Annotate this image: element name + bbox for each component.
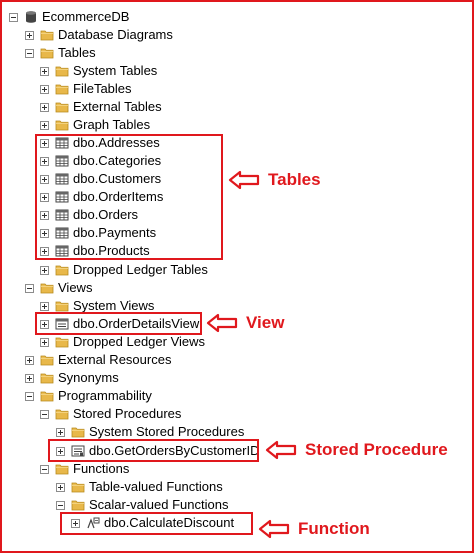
- tables-callout: Tables: [228, 170, 321, 190]
- collapse-toggle-icon[interactable]: [9, 12, 18, 22]
- folder-icon: [40, 281, 54, 295]
- tree-node-synonyms[interactable]: Synonyms: [25, 369, 119, 387]
- tree-node-tables[interactable]: Tables: [25, 44, 96, 62]
- tables-highlight-box: [35, 134, 223, 260]
- expand-toggle-icon[interactable]: [40, 66, 49, 76]
- node-label: Stored Procedures: [73, 406, 182, 421]
- stored-procedure-highlight-box: [48, 439, 259, 462]
- expand-toggle-icon[interactable]: [56, 482, 65, 492]
- tree-node-programmability[interactable]: Programmability: [25, 387, 152, 405]
- tables-callout-label: Tables: [268, 170, 321, 189]
- collapse-toggle-icon[interactable]: [56, 500, 65, 510]
- tree-node-stored-procedures[interactable]: Stored Procedures: [40, 405, 181, 423]
- tree-node-database-diagrams[interactable]: Database Diagrams: [25, 26, 173, 44]
- arrow-left-icon: [265, 440, 297, 460]
- collapse-toggle-icon[interactable]: [25, 48, 34, 58]
- tree-node-graph-tables[interactable]: Graph Tables: [40, 116, 150, 134]
- function-callout-label: Function: [298, 519, 370, 538]
- tree-node-external-resources[interactable]: External Resources: [25, 351, 171, 369]
- stored-procedure-callout: Stored Procedure: [265, 440, 448, 460]
- folder-icon: [40, 353, 54, 367]
- arrow-left-icon: [228, 170, 260, 190]
- database-icon: [24, 10, 38, 24]
- tree-node-functions[interactable]: Functions: [40, 460, 129, 478]
- node-label: Views: [58, 280, 93, 295]
- expand-toggle-icon[interactable]: [25, 30, 34, 40]
- expand-toggle-icon[interactable]: [25, 373, 34, 383]
- tree-node-views[interactable]: Views: [25, 279, 92, 297]
- folder-icon: [55, 64, 69, 78]
- folder-icon: [40, 28, 54, 42]
- folder-icon: [40, 46, 54, 60]
- folder-icon: [55, 100, 69, 114]
- stored-procedure-callout-label: Stored Procedure: [305, 440, 448, 459]
- collapse-toggle-icon[interactable]: [40, 409, 49, 419]
- node-label: System Tables: [73, 63, 158, 78]
- function-highlight-box: [60, 512, 253, 535]
- expand-toggle-icon[interactable]: [56, 427, 65, 437]
- folder-icon: [71, 498, 85, 512]
- view-highlight-box: [35, 312, 202, 335]
- tree-node-external-tables[interactable]: External Tables: [40, 98, 162, 116]
- tree-node-table-valued-functions[interactable]: Table-valued Functions: [56, 478, 223, 496]
- node-label: Dropped Ledger Tables: [73, 262, 208, 277]
- node-label: Tables: [58, 45, 96, 60]
- folder-icon: [55, 407, 69, 421]
- tree-node-dropped-ledger-views[interactable]: Dropped Ledger Views: [40, 333, 205, 351]
- node-label: External Resources: [58, 352, 172, 367]
- view-callout-label: View: [246, 313, 285, 332]
- folder-icon: [55, 462, 69, 476]
- folder-icon: [55, 82, 69, 96]
- view-callout: View: [206, 313, 284, 333]
- collapse-toggle-icon[interactable]: [40, 464, 49, 474]
- tree-node-system-tables[interactable]: System Tables: [40, 62, 157, 80]
- node-label: Dropped Ledger Views: [73, 334, 206, 349]
- expand-toggle-icon[interactable]: [40, 120, 49, 130]
- folder-icon: [40, 371, 54, 385]
- node-label: Table-valued Functions: [89, 479, 223, 494]
- expand-toggle-icon[interactable]: [40, 102, 49, 112]
- expand-toggle-icon[interactable]: [25, 355, 34, 365]
- node-label: Synonyms: [58, 370, 119, 385]
- folder-icon: [71, 480, 85, 494]
- tree-node-database[interactable]: EcommerceDB: [9, 8, 129, 26]
- tree-node-dropped-ledger-tables[interactable]: Dropped Ledger Tables: [40, 261, 208, 279]
- collapse-toggle-icon[interactable]: [25, 283, 34, 293]
- database-label: EcommerceDB: [42, 9, 130, 24]
- tree-node-filetables[interactable]: FileTables: [40, 80, 132, 98]
- node-label: Graph Tables: [73, 117, 151, 132]
- node-label: FileTables: [73, 81, 132, 96]
- collapse-toggle-icon[interactable]: [25, 391, 34, 401]
- node-label: Functions: [73, 461, 130, 476]
- folder-icon: [55, 335, 69, 349]
- node-label: Programmability: [58, 388, 152, 403]
- arrow-left-icon: [258, 519, 290, 539]
- node-label: Database Diagrams: [58, 27, 173, 42]
- function-callout: Function: [258, 519, 370, 539]
- folder-icon: [55, 263, 69, 277]
- folder-icon: [55, 118, 69, 132]
- folder-icon: [40, 389, 54, 403]
- folder-icon: [55, 299, 69, 313]
- folder-icon: [71, 425, 85, 439]
- expand-toggle-icon[interactable]: [40, 84, 49, 94]
- expand-toggle-icon[interactable]: [40, 265, 49, 275]
- expand-toggle-icon[interactable]: [40, 301, 49, 311]
- expand-toggle-icon[interactable]: [40, 337, 49, 347]
- node-label: External Tables: [73, 99, 162, 114]
- arrow-left-icon: [206, 313, 238, 333]
